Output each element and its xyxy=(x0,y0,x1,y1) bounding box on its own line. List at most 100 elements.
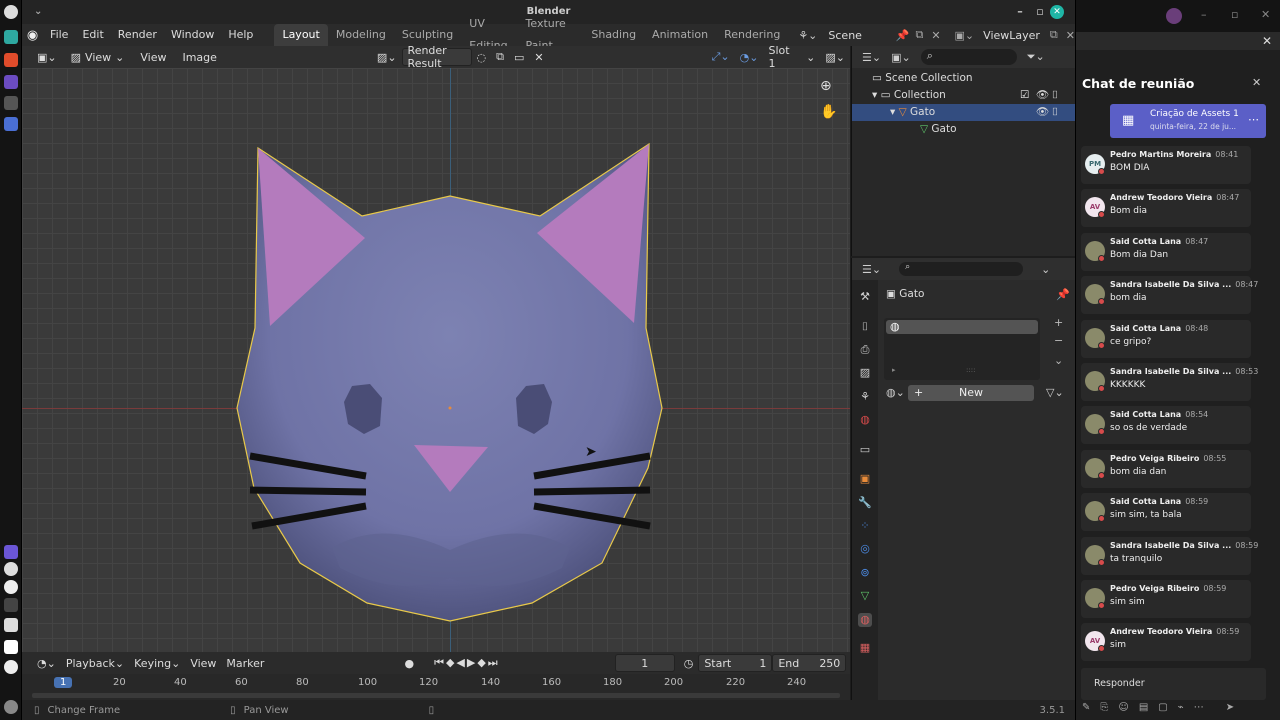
record-icon[interactable]: ● xyxy=(399,654,419,672)
resize-handle[interactable]: :::: xyxy=(966,366,975,374)
menu-render[interactable]: Render xyxy=(111,24,164,46)
image-viewport[interactable]: ⊕ ✋ ➤ xyxy=(22,68,850,652)
tab-modeling[interactable]: Modeling xyxy=(328,24,394,46)
gif-icon[interactable]: ▤ xyxy=(1139,702,1148,716)
view-layer-tab-icon[interactable]: ▨ xyxy=(858,366,872,380)
outliner-search-input[interactable]: ⌕ xyxy=(920,49,1017,65)
current-frame-field[interactable]: 1 xyxy=(614,654,675,672)
camera-icon[interactable]: ⌷ xyxy=(1052,87,1058,104)
app-icon[interactable] xyxy=(4,545,18,559)
maximize-icon[interactable]: ▫ xyxy=(1030,0,1050,24)
particles-tab-icon[interactable]: ⁘ xyxy=(858,519,872,533)
fake-user-icon[interactable]: ◌ xyxy=(472,48,492,66)
timeline-ruler[interactable]: 1 20 40 60 80 100 120 140 160 180 200 220 240 xyxy=(22,674,850,700)
start-frame-field[interactable]: Start 1 xyxy=(698,654,773,672)
modifier-tab-icon[interactable]: 🔧 xyxy=(858,496,872,510)
eye-icon[interactable]: 👁 xyxy=(1036,87,1049,104)
chat-message[interactable]: Pedro Veiga Ribeiro 08:55 bom dia dan xyxy=(1081,449,1251,488)
filter-icon[interactable]: ⏷⌄ xyxy=(1027,50,1045,64)
close-icon[interactable]: ✕ xyxy=(1050,5,1064,19)
view-mode-dropdown[interactable]: ▨ View ⌄ xyxy=(66,48,130,66)
remove-slot-icon[interactable]: − xyxy=(1054,334,1063,347)
world-tab-icon[interactable]: ◍ xyxy=(858,413,872,427)
system-menu-icon[interactable] xyxy=(4,5,18,19)
gizmo-icon[interactable]: ⤢⌄ xyxy=(707,48,735,66)
tab-rendering[interactable]: Rendering xyxy=(716,24,788,46)
end-frame-field[interactable]: End 250 xyxy=(772,654,847,672)
camera-icon[interactable]: ⌷ xyxy=(1052,104,1058,121)
send-icon[interactable]: ➤ xyxy=(1226,702,1234,716)
dropdown-icon[interactable]: ⌄ xyxy=(1041,263,1050,276)
tab-animation[interactable]: Animation xyxy=(644,24,716,46)
view-layer-selector[interactable]: ViewLayer xyxy=(978,26,1050,44)
slot-dropdown-icon[interactable]: ⌄ xyxy=(801,48,820,66)
app-icon[interactable] xyxy=(4,580,18,594)
minimize-icon[interactable]: – xyxy=(1010,0,1030,24)
chat-message[interactable]: Said Cotta Lana 08:47 Bom dia Dan xyxy=(1081,232,1251,271)
display-channels-icon[interactable]: ▨⌄ xyxy=(820,48,850,66)
open-image-icon[interactable]: ▭ xyxy=(509,48,529,66)
pin-icon[interactable]: 📌 xyxy=(1056,288,1070,301)
slot-selector[interactable]: Slot 1 xyxy=(763,44,801,70)
material-browse-icon[interactable]: ◍⌄ xyxy=(886,386,905,399)
maximize-icon[interactable]: ▫ xyxy=(1231,8,1238,21)
editor-type-icon[interactable]: ◔⌄ xyxy=(32,654,61,672)
format-icon[interactable]: ✎ xyxy=(1082,702,1090,716)
blender-logo-icon[interactable]: ◉ xyxy=(22,28,43,43)
tab-layout[interactable]: Layout xyxy=(274,24,328,46)
app-icon[interactable] xyxy=(4,30,18,44)
new-image-icon[interactable]: ⧉ xyxy=(491,48,509,66)
remove-view-layer-icon[interactable]: ✕ xyxy=(1066,29,1075,42)
chat-message[interactable]: PM Pedro Martins Moreira 08:41 BOM DIA xyxy=(1081,146,1251,184)
chat-message[interactable]: Sandra Isabelle Da Silva ... 08:47 bom dia xyxy=(1081,276,1258,315)
render-tab-icon[interactable]: ⌷ xyxy=(858,320,872,334)
display-mode-icon[interactable]: ▣⌄ xyxy=(891,51,911,64)
menu-window[interactable]: Window xyxy=(164,24,221,46)
tab-sculpting[interactable]: Sculpting xyxy=(394,24,461,46)
add-slot-icon[interactable]: + xyxy=(1054,316,1063,329)
minimize-icon[interactable]: – xyxy=(1201,8,1207,21)
app-icon[interactable] xyxy=(4,96,18,110)
chat-message[interactable]: AV Andrew Teodoro Vieira 08:47 Bom dia xyxy=(1081,189,1251,228)
material-tab-icon[interactable]: ◍ xyxy=(858,613,872,627)
material-link-icon[interactable]: ▽⌄ xyxy=(1046,386,1064,399)
app-icon[interactable] xyxy=(4,618,18,632)
collection-tab-icon[interactable]: ▭ xyxy=(858,443,872,457)
outliner-collection[interactable]: ▾ ▭ Collection ☑ 👁 ⌷ xyxy=(852,87,1075,104)
loop-icon[interactable]: ⌁ xyxy=(1178,702,1184,716)
physics-tab-icon[interactable]: ◎ xyxy=(858,542,872,556)
app-icon[interactable] xyxy=(4,53,18,67)
editor-type-icon[interactable]: ☰⌄ xyxy=(862,51,881,64)
scene-tab-icon[interactable]: ⚘ xyxy=(858,390,872,404)
app-icon[interactable] xyxy=(4,75,18,89)
image-name-field[interactable]: Render Result xyxy=(401,44,472,70)
texture-tab-icon[interactable]: ▦ xyxy=(858,641,872,655)
tool-tab-icon[interactable]: ⚒ xyxy=(858,290,872,304)
expand-icon[interactable]: ▾ xyxy=(890,106,899,118)
chat-message[interactable]: AV Andrew Teodoro Vieira 08:59 sim xyxy=(1081,623,1251,662)
remove-scene-icon[interactable]: ✕ xyxy=(931,29,940,42)
menu-marker[interactable]: Marker xyxy=(221,654,269,672)
expand-icon[interactable]: ▾ xyxy=(872,89,881,101)
chat-message[interactable]: Sandra Isabelle Da Silva ... 08:59 ta tran… xyxy=(1081,536,1258,575)
app-icon[interactable] xyxy=(4,598,18,612)
hand-pan-icon[interactable]: ✋ xyxy=(820,104,837,120)
more-options-icon[interactable]: ⋯ xyxy=(1248,113,1259,126)
meeting-card[interactable]: ▦ Criação de Assets 1 quinta-feira, 22 d… xyxy=(1110,104,1266,138)
zoom-icon[interactable]: ⊕ xyxy=(820,78,832,94)
app-icon[interactable] xyxy=(4,117,18,131)
menu-view[interactable]: View xyxy=(185,654,221,672)
more-icon[interactable]: ⋯ xyxy=(1194,702,1204,716)
eye-icon[interactable]: 👁 xyxy=(1036,104,1049,121)
app-icon[interactable] xyxy=(4,660,18,674)
material-slot[interactable]: ◍ xyxy=(886,320,1038,334)
slot-menu-icon[interactable]: ⌄ xyxy=(1054,354,1063,367)
outliner-object-gato[interactable]: ▾ ▽ Gato 👁 ⌷ xyxy=(852,104,1075,121)
editor-type-icon[interactable]: ☰⌄ xyxy=(862,263,881,276)
menu-help[interactable]: Help xyxy=(221,24,260,46)
menu-file[interactable]: File xyxy=(43,24,75,46)
new-material-button[interactable]: + New xyxy=(908,385,1034,401)
view-layer-icon[interactable]: ▣⌄ xyxy=(955,29,975,42)
output-tab-icon[interactable]: ⎙ xyxy=(858,343,872,357)
unlink-image-icon[interactable]: ✕ xyxy=(529,48,548,66)
